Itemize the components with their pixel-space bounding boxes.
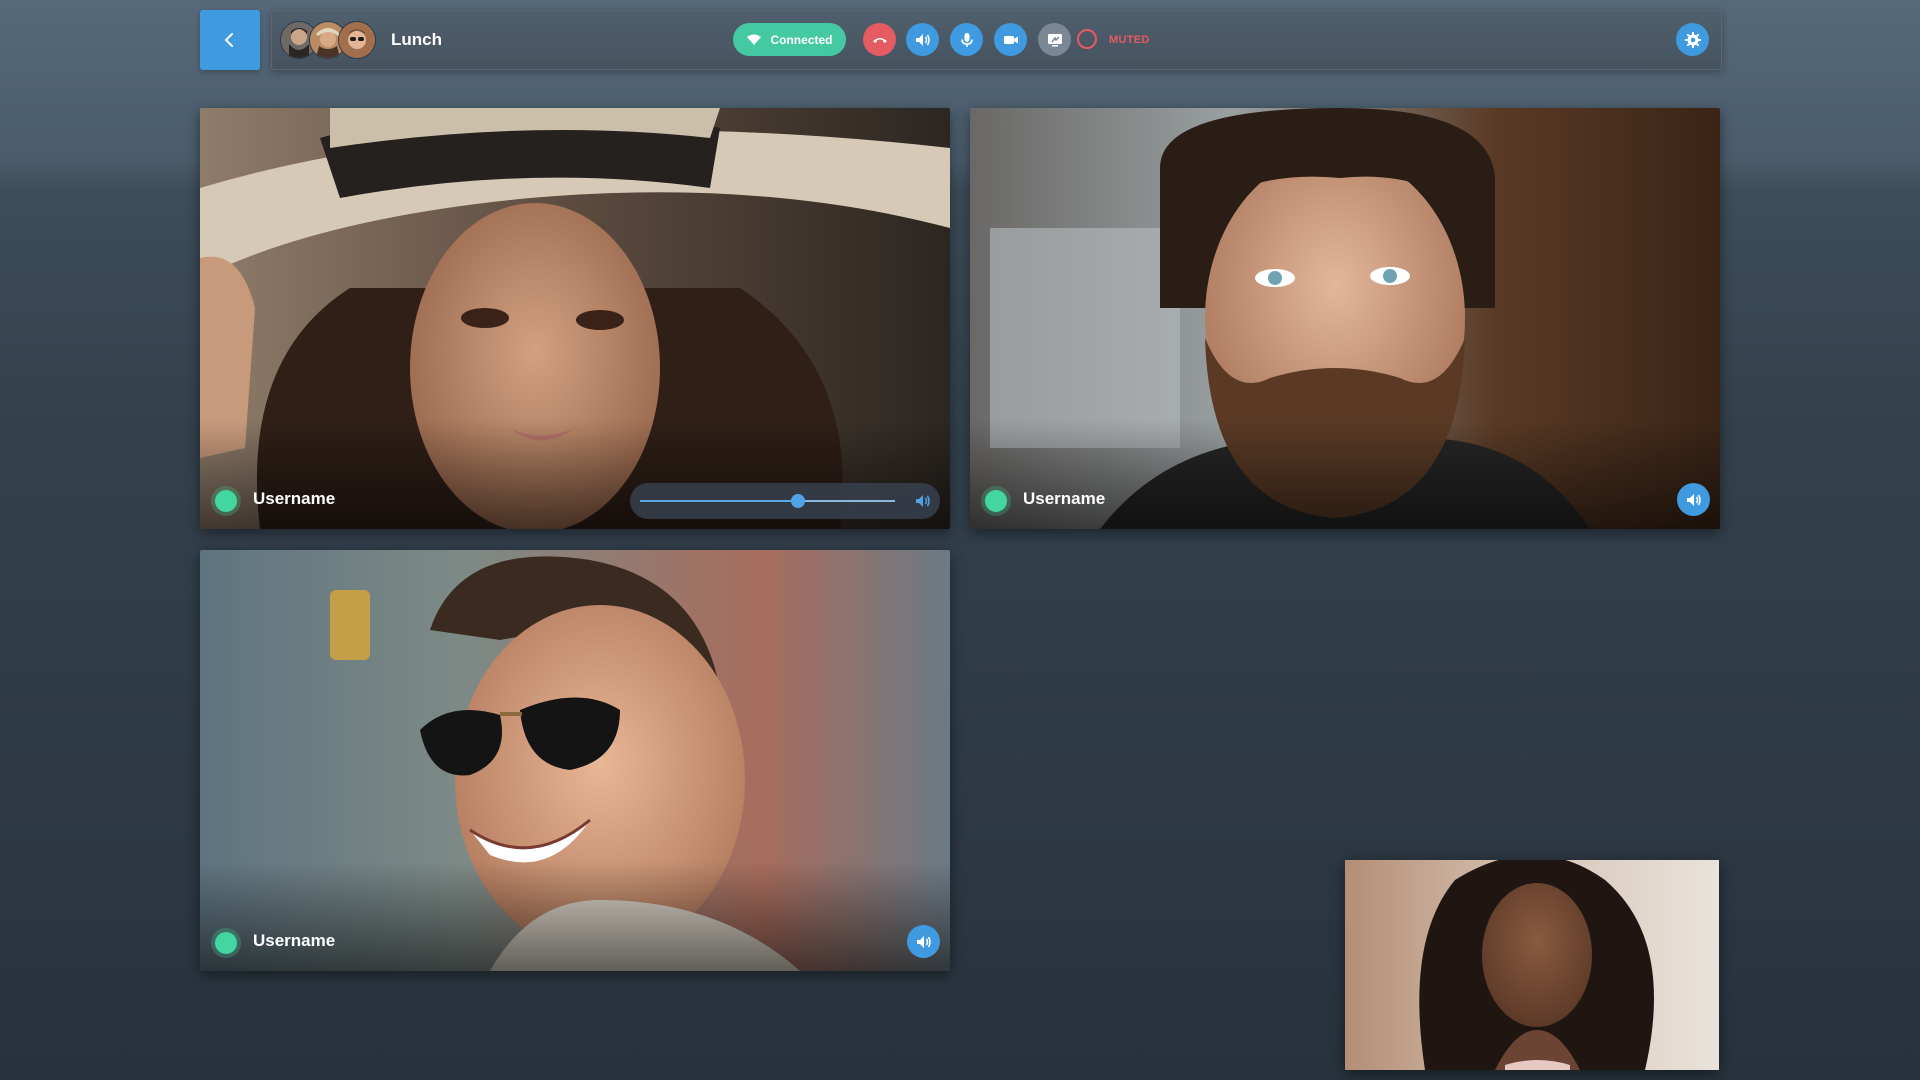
- settings-button[interactable]: [1676, 23, 1709, 56]
- screen-share-button[interactable]: [1038, 23, 1071, 56]
- speaker-button[interactable]: [906, 23, 939, 56]
- camera-icon: [1003, 35, 1018, 44]
- hang-up-button[interactable]: [863, 23, 896, 56]
- self-view-video[interactable]: [1345, 860, 1719, 1070]
- video-tile[interactable]: Username: [200, 550, 950, 971]
- online-indicator: [215, 490, 237, 512]
- volume-fill: [640, 500, 799, 502]
- speaker-icon: [916, 935, 931, 948]
- username-label: Username: [253, 489, 336, 508]
- microphone-button[interactable]: [950, 23, 983, 56]
- volume-slider[interactable]: [630, 483, 940, 519]
- volume-button[interactable]: [907, 925, 940, 958]
- avatar[interactable]: [338, 21, 376, 59]
- tile-shade: [970, 419, 1720, 529]
- room-title: Lunch: [391, 30, 442, 49]
- username-label: Username: [253, 931, 336, 950]
- video-tile[interactable]: Username: [200, 108, 950, 529]
- record-icon[interactable]: [1077, 29, 1097, 49]
- speaker-icon[interactable]: [914, 492, 932, 510]
- screen-share-icon: [1047, 33, 1062, 46]
- muted-label: MUTED: [1109, 34, 1150, 46]
- online-indicator: [985, 490, 1007, 512]
- volume-track[interactable]: [640, 494, 895, 508]
- online-indicator: [215, 932, 237, 954]
- volume-button[interactable]: [1677, 483, 1710, 516]
- back-button[interactable]: [200, 10, 260, 70]
- volume-handle[interactable]: [791, 494, 806, 508]
- self-video: [1345, 860, 1719, 1070]
- tile-shade: [200, 861, 950, 971]
- gear-icon: [1684, 31, 1701, 48]
- chevron-left-icon: [225, 33, 233, 47]
- participant-avatars: [280, 21, 376, 59]
- video-tile[interactable]: Username: [970, 108, 1720, 529]
- username-label: Username: [1023, 489, 1106, 508]
- microphone-icon: [960, 32, 973, 47]
- call-toolbar: Lunch Connected MUTED: [271, 10, 1722, 70]
- hang-up-icon: [872, 37, 887, 43]
- camera-button[interactable]: [994, 23, 1027, 56]
- speaker-icon: [1686, 493, 1701, 506]
- speaker-icon: [915, 33, 930, 46]
